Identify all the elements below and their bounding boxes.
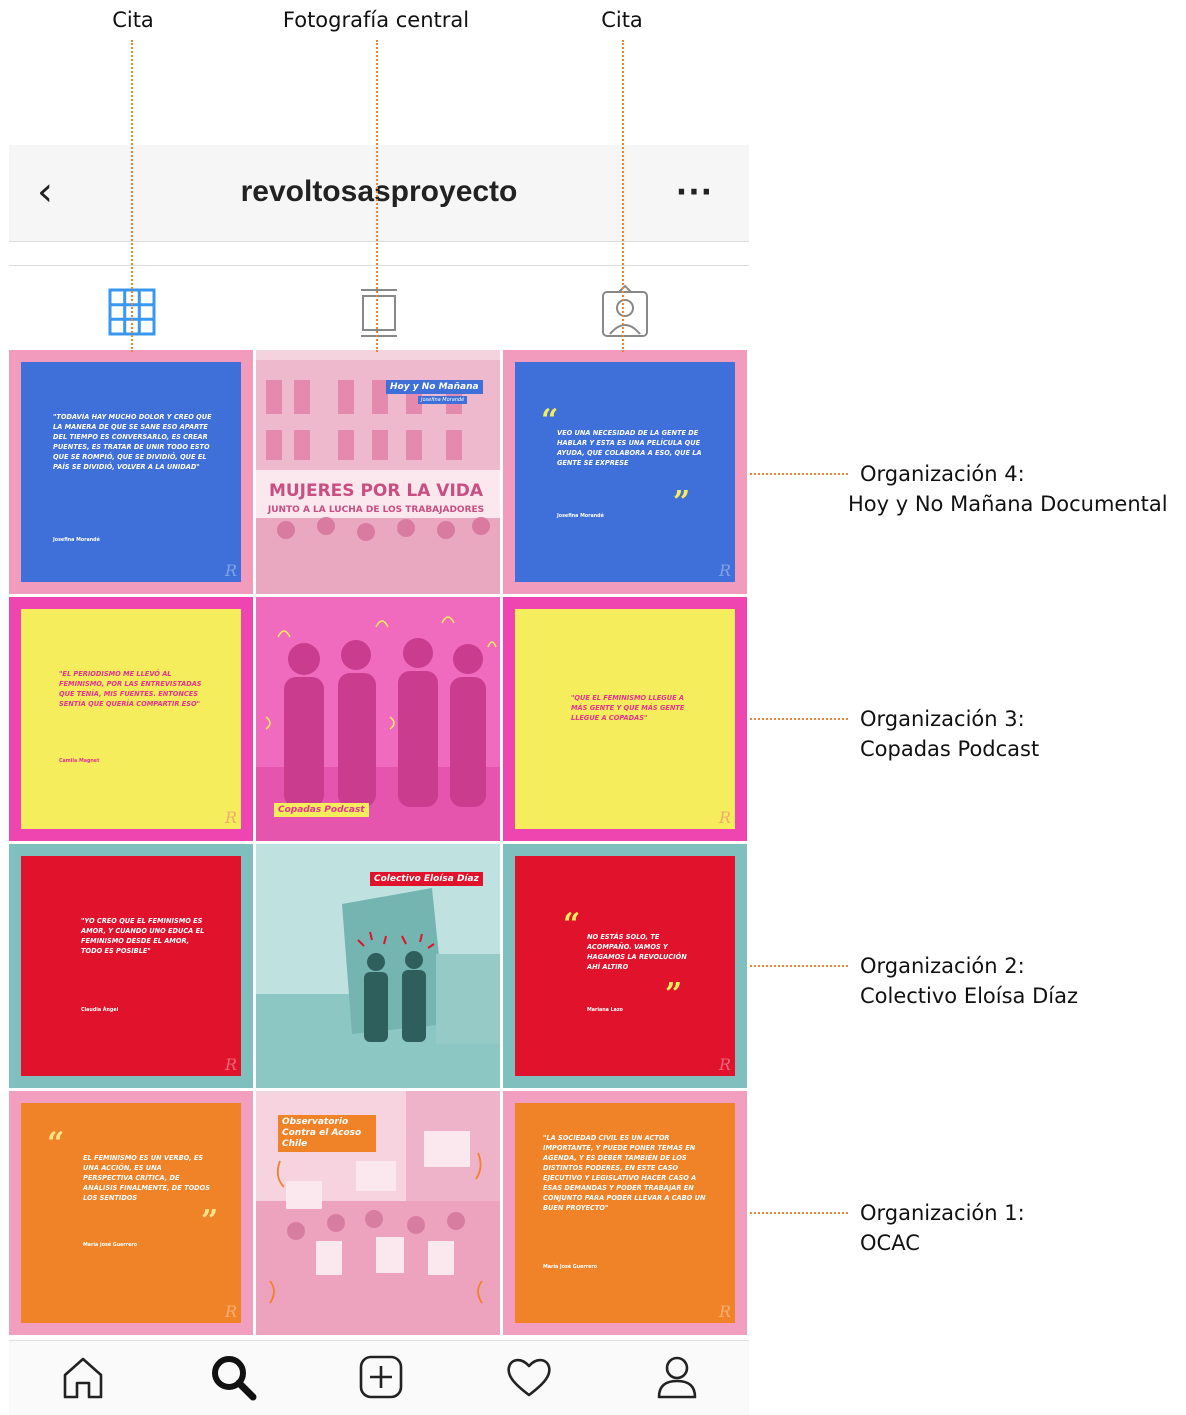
open-quote-icon: “ (47, 1126, 65, 1161)
post-quote-row3-left[interactable]: "Yo creo que el feminismo es amor, y cua… (9, 844, 253, 1088)
home-icon[interactable] (57, 1351, 109, 1403)
post-photo-row2-center[interactable]: Copadas Podcast (256, 597, 500, 841)
heart-icon[interactable] (503, 1351, 555, 1403)
more-options-icon[interactable]: ··· (676, 175, 713, 210)
banner-text: MUJERES POR LA VIDA (269, 481, 484, 501)
annotation-line-org3 (750, 718, 848, 720)
annotation-line-org4 (750, 473, 848, 475)
annotation-label-cita-right: Cita (601, 8, 643, 32)
annotation-org2: Organización 2: Colectivo Eloísa Díaz (860, 951, 1078, 1011)
annotation-org4-title: Organización 4: (860, 462, 1025, 486)
bottom-navigation (9, 1340, 749, 1415)
annotation-org3-name: Copadas Podcast (860, 737, 1040, 761)
annotation-org1-name: OCAC (860, 1231, 920, 1255)
profile-header: ‹ revoltosasproyecto ··· (9, 145, 749, 242)
annotation-label-cita-left: Cita (112, 8, 154, 32)
quote-text: "El periodismo me llevó al feminismo, po… (59, 670, 202, 708)
close-quote-icon: ” (201, 1204, 219, 1239)
annotation-label-central-photo: Fotografía central (282, 8, 470, 32)
annotation-line-cita-right (622, 40, 624, 352)
profile-tabs (9, 265, 749, 348)
brand-logo-icon: R (718, 808, 731, 827)
annotation-org2-name: Colectivo Eloísa Díaz (860, 984, 1078, 1008)
quote-text: "Yo creo que el feminismo es amor, y cua… (81, 917, 205, 955)
close-quote-icon: ” (673, 485, 691, 520)
post-quote-row1-left[interactable]: "Todavía hay mucho dolor y creo que la m… (9, 350, 253, 594)
annotation-org3: Organización 3: Copadas Podcast (860, 704, 1039, 764)
banner-text-2: JUNTO A LA LUCHA DE LOS TRABAJADORES (267, 505, 484, 515)
instagram-profile-screen: ‹ revoltosasproyecto ··· "Todavía hay (9, 145, 749, 1415)
annotation-org1: Organización 1: OCAC (860, 1198, 1025, 1258)
brand-logo-icon: R (718, 561, 731, 580)
quote-author: Josefina Morandé (557, 514, 604, 519)
post-photo-row3-center[interactable]: Colectivo Eloísa Díaz (256, 844, 500, 1088)
brand-logo-icon: R (224, 561, 237, 580)
post-photo-row4-center[interactable]: Observatorio Contra el Acoso Chile (256, 1091, 500, 1335)
brand-logo-icon: R (718, 1055, 731, 1074)
post-quote-row4-right[interactable]: "La sociedad civil es un actor important… (503, 1091, 747, 1335)
add-post-icon[interactable] (355, 1351, 407, 1403)
profile-username: revoltosasproyecto (240, 175, 518, 208)
brand-logo-icon: R (224, 1302, 237, 1321)
quote-text: "Que el feminismo llegue a más gente y q… (571, 694, 685, 722)
annotation-line-cita-left (131, 40, 133, 352)
profile-icon[interactable] (651, 1351, 703, 1403)
quote-text: "La sociedad civil es un actor important… (543, 1134, 706, 1212)
post-quote-row2-left[interactable]: "El periodismo me llevó al feminismo, po… (9, 597, 253, 841)
quote-text: "Todavía hay mucho dolor y creo que la m… (53, 413, 212, 471)
annotation-line-org2 (750, 965, 848, 967)
brand-logo-icon: R (718, 1302, 731, 1321)
photo-tag: Observatorio Contra el Acoso Chile (278, 1115, 376, 1152)
quote-author: María José Guerrero (83, 1243, 138, 1248)
annotation-line-central-photo (376, 40, 378, 352)
annotation-org4: Organización 4: Hoy y No Mañana Document… (848, 459, 1168, 519)
post-quote-row3-right[interactable]: “ No estás solo, te acompaño. Vamos y ha… (503, 844, 747, 1088)
annotation-org1-title: Organización 1: (860, 1201, 1025, 1225)
post-quote-row2-right[interactable]: "Que el feminismo llegue a más gente y q… (503, 597, 747, 841)
photo-tag: Colectivo Eloísa Díaz (370, 872, 483, 886)
search-icon[interactable] (207, 1351, 259, 1403)
brand-logo-icon: R (224, 1055, 237, 1074)
quote-text: Veo una necesidad de la gente de hablar … (557, 429, 702, 467)
open-quote-icon: “ (563, 907, 581, 942)
photo-tag: Hoy y No Mañana (386, 380, 483, 394)
quote-text: No estás solo, te acompaño. Vamos y haga… (587, 933, 687, 971)
annotation-org2-title: Organización 2: (860, 954, 1025, 978)
quote-author: Josefina Morandé (53, 538, 100, 543)
post-quote-row4-left[interactable]: “ El feminismo es un verbo, es una acció… (9, 1091, 253, 1335)
quote-author: Mariana Lazo (587, 1008, 623, 1013)
annotation-org3-title: Organización 3: (860, 707, 1025, 731)
single-post-icon[interactable] (349, 282, 409, 342)
tagged-person-icon[interactable] (595, 282, 655, 342)
photo-subtag: Josefina Morandé (418, 396, 468, 404)
quote-text: El feminismo es un verbo, es una acción,… (83, 1154, 210, 1202)
brand-logo-icon: R (224, 808, 237, 827)
quote-author: Camila Magnet (59, 759, 100, 764)
open-quote-icon: “ (541, 403, 559, 438)
close-quote-icon: ” (665, 977, 683, 1012)
annotation-line-org1 (750, 1212, 848, 1214)
post-quote-row1-right[interactable]: “ Veo una necesidad de la gente de habla… (503, 350, 747, 594)
annotation-org4-name: Hoy y No Mañana Documental (848, 492, 1168, 516)
photo-tag: Copadas Podcast (274, 803, 369, 817)
quote-author: Claudia Ángel (81, 1008, 119, 1013)
quote-author: María José Guerrero (543, 1265, 598, 1270)
post-photo-row1-center[interactable]: MUJERES POR LA VIDA JUNTO A LA LUCHA DE … (256, 350, 500, 594)
post-grid: "Todavía hay mucho dolor y creo que la m… (9, 350, 749, 1340)
